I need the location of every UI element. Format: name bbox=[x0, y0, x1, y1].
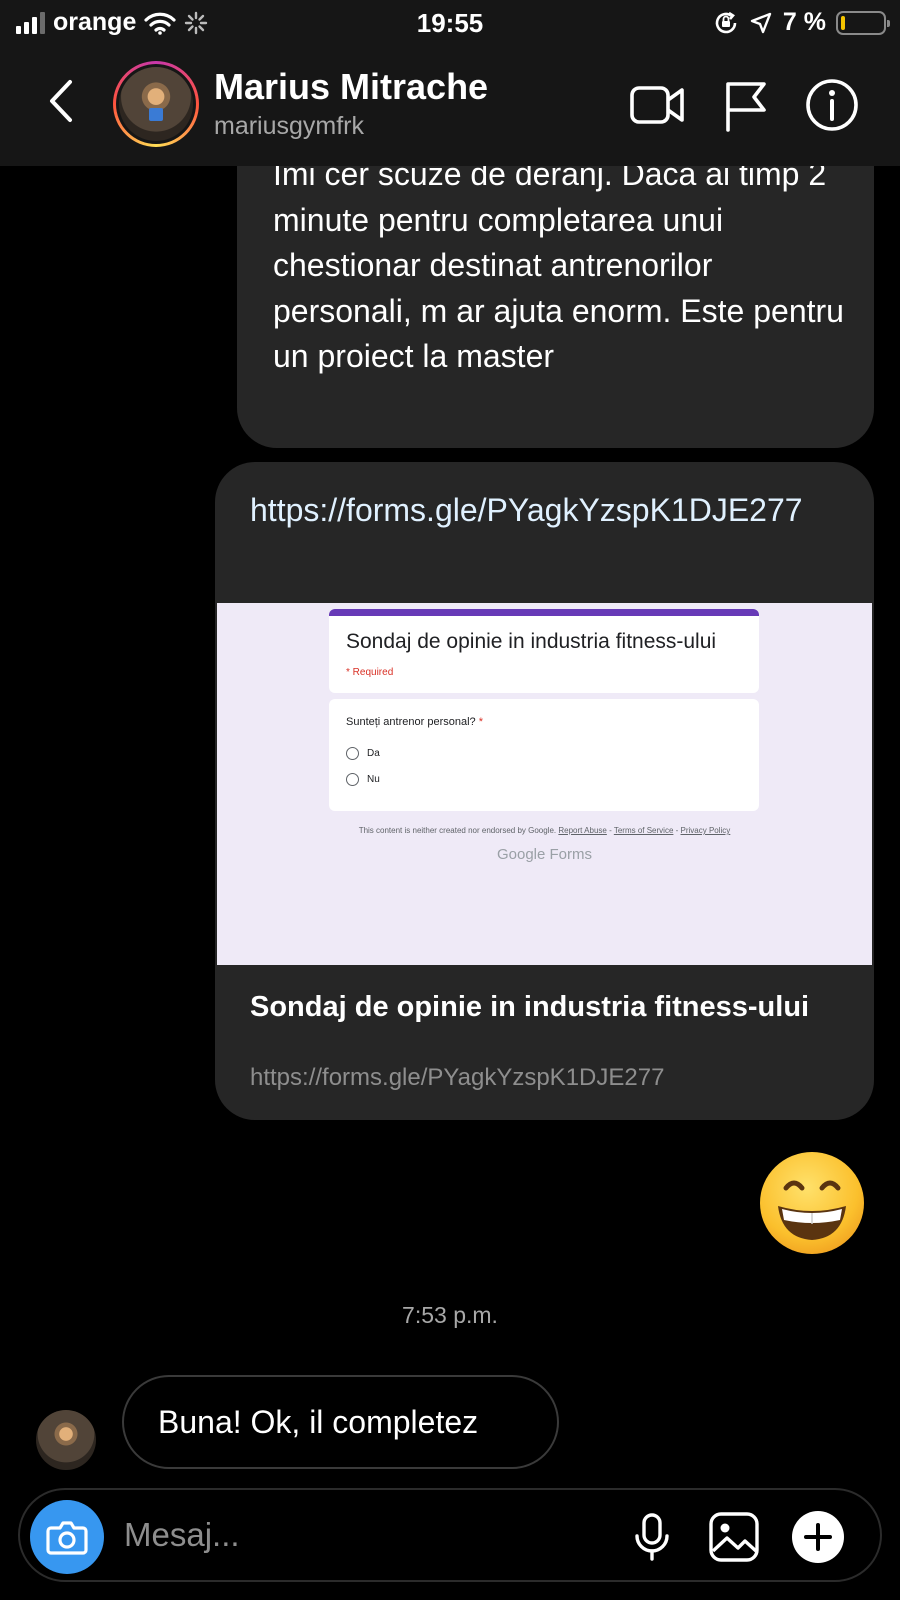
form-question-card: Sunteți antrenor personal? * Da Nu bbox=[329, 699, 759, 811]
battery-percentage: 7 % bbox=[782, 8, 826, 36]
link-preview-image[interactable]: Sondaj de opinie in industria fitness-ul… bbox=[217, 603, 872, 965]
flag-icon[interactable] bbox=[716, 76, 776, 134]
message-link-url[interactable]: https://forms.gle/PYagkYzspK1DJE277 bbox=[250, 487, 810, 533]
contact-name[interactable]: Marius Mitrache bbox=[214, 66, 488, 108]
avatar-image bbox=[119, 67, 193, 141]
google-wordmark: Google bbox=[496, 846, 546, 863]
video-call-icon[interactable] bbox=[628, 76, 688, 134]
info-icon[interactable] bbox=[802, 76, 862, 134]
location-arrow-icon bbox=[750, 12, 772, 33]
avatar-border bbox=[116, 64, 196, 144]
forms-wordmark: Forms bbox=[549, 846, 593, 863]
form-footer-link: Terms of Service bbox=[613, 826, 674, 835]
contact-username[interactable]: mariusgymfrk bbox=[214, 112, 364, 141]
radio-icon bbox=[346, 773, 359, 786]
camera-button[interactable] bbox=[30, 1500, 104, 1574]
radio-icon bbox=[346, 747, 359, 760]
form-option-da: Da bbox=[346, 747, 380, 760]
form-question: Sunteți antrenor personal? * bbox=[346, 716, 483, 728]
message-input[interactable]: Mesaj... bbox=[124, 1516, 240, 1554]
outgoing-message-text: Îmi cer scuze de deranj. Daca ai timp 2 … bbox=[273, 156, 844, 374]
status-right: 7 % bbox=[713, 8, 890, 37]
sender-avatar[interactable] bbox=[36, 1410, 96, 1470]
link-preview-title: Sondaj de opinie in industria fitness-ul… bbox=[250, 991, 810, 1023]
form-header-card: Sondaj de opinie in industria fitness-ul… bbox=[329, 609, 759, 693]
message-composer: Mesaj... bbox=[18, 1488, 882, 1582]
form-title: Sondaj de opinie in industria fitness-ul… bbox=[346, 630, 717, 653]
link-preview-message[interactable]: https://forms.gle/PYagkYzspK1DJE277 Sond… bbox=[215, 462, 874, 1120]
battery-fill bbox=[841, 15, 845, 30]
incoming-message-bubble[interactable]: Buna! Ok, il completez bbox=[122, 1375, 559, 1469]
link-preview-url: https://forms.gle/PYagkYzspK1DJE277 bbox=[250, 1064, 665, 1091]
form-option-nu: Nu bbox=[346, 773, 380, 786]
message-timestamp: 7:53 p.m. bbox=[402, 1302, 498, 1328]
gallery-icon[interactable] bbox=[706, 1509, 762, 1565]
microphone-icon[interactable] bbox=[624, 1509, 680, 1565]
form-question-text: Sunteți antrenor personal? bbox=[346, 716, 476, 728]
form-footer-text: This content is neither created nor endo… bbox=[358, 826, 557, 835]
profile-avatar[interactable] bbox=[113, 61, 199, 147]
google-forms-logo: Google Forms bbox=[217, 846, 872, 863]
chat-header: Marius Mitrache mariusgymfrk bbox=[0, 46, 900, 166]
orientation-lock-icon bbox=[715, 11, 737, 33]
outgoing-message-bubble[interactable]: Îmi cer scuze de deranj. Daca ai timp 2 … bbox=[237, 130, 874, 448]
add-icon[interactable] bbox=[790, 1509, 846, 1565]
form-question-required-star: * bbox=[478, 716, 483, 728]
form-required-note: * Required bbox=[346, 667, 394, 678]
form-option-label: Da bbox=[367, 748, 380, 759]
status-bar: orange 19:55 7 % bbox=[0, 0, 900, 46]
back-icon[interactable] bbox=[42, 76, 82, 126]
form-footer: This content is neither created nor endo… bbox=[358, 826, 731, 835]
grinning-emoji-icon[interactable] bbox=[758, 1150, 866, 1256]
incoming-message-text: Buna! Ok, il completez bbox=[158, 1403, 479, 1440]
form-option-label: Nu bbox=[367, 774, 380, 785]
battery-icon bbox=[836, 10, 890, 35]
form-footer-link: Privacy Policy bbox=[680, 826, 731, 835]
camera-icon bbox=[46, 1521, 88, 1555]
form-footer-link: Report Abuse bbox=[558, 826, 607, 835]
